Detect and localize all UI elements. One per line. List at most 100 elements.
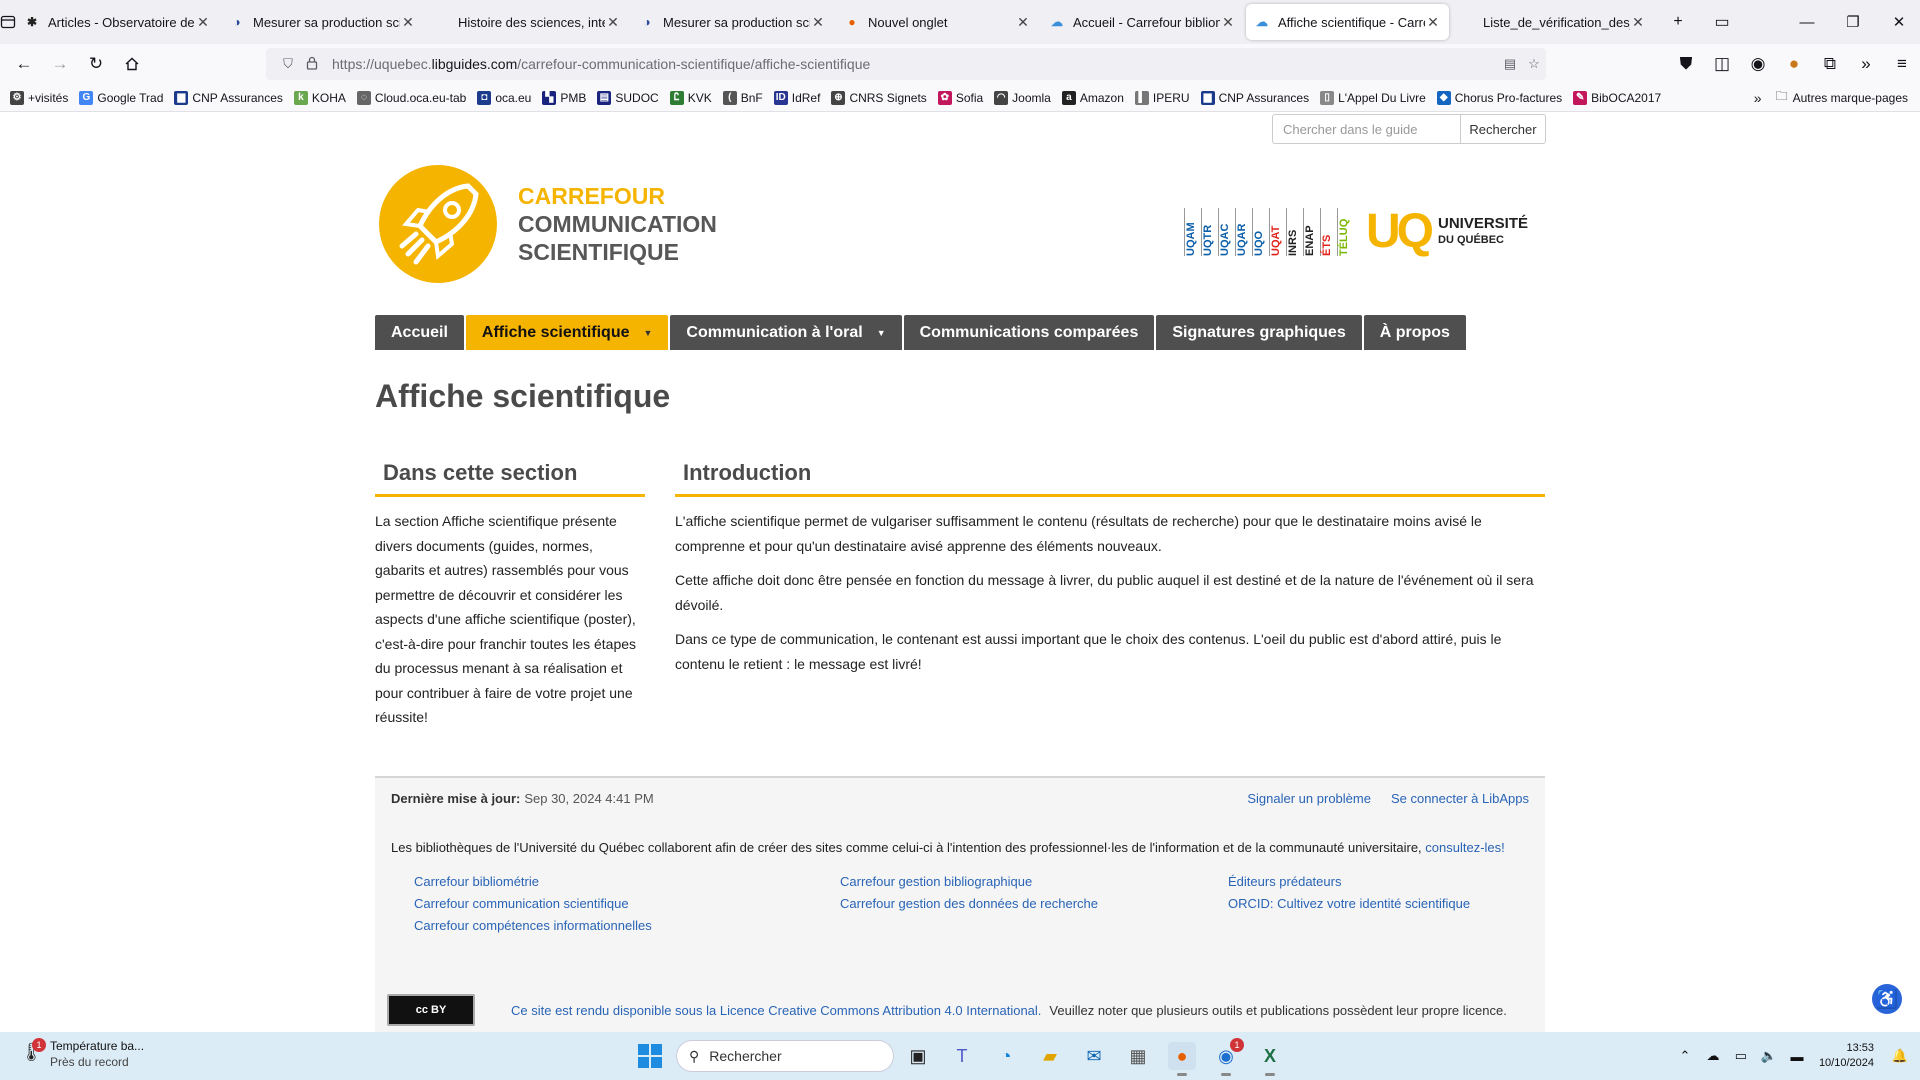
excel-taskbar-button[interactable]: X [1256,1042,1284,1076]
close-tab-icon[interactable]: ✕ [400,14,416,31]
creative-commons-badge[interactable]: cc BY [387,994,475,1026]
weather-widget[interactable]: 🌡 1 Température ba... Près du record [20,1038,144,1070]
app-menu-button[interactable]: ≡ [1884,48,1920,80]
footer-site-link[interactable]: Carrefour compétences informationnelles [414,915,840,937]
nav-tab[interactable]: Communication à l'oral ▼ [670,315,902,350]
calculator-button[interactable]: ▦ [1124,1042,1152,1070]
bookmark-item[interactable]: (BnF [722,90,763,105]
caret-down-icon[interactable]: ▼ [877,328,886,338]
bookmark-item[interactable]: ⚙ +visités [10,90,68,105]
bookmark-item[interactable]: G Google Trad [79,90,163,105]
teams-button[interactable]: T [948,1042,976,1070]
bookmark-item[interactable]: ◘ oca.eu [477,90,531,105]
close-tab-icon[interactable]: ✕ [810,14,826,31]
list-all-tabs-button[interactable] [0,0,16,44]
bookmark-item[interactable]: ◠ Joomla [994,90,1051,105]
extension-button[interactable]: ● [1776,48,1812,80]
carrefour-logo[interactable]: CARREFOUR COMMUNICATION SCIENTIFIQUE [378,164,717,284]
nav-tab[interactable]: Communications comparées [903,315,1155,350]
close-tab-icon[interactable]: ✕ [1425,14,1441,31]
browser-tab[interactable]: ☁ Accueil - Carrefour bibliom ✕ [1041,4,1244,40]
task-view-button[interactable]: ▣ [904,1042,932,1070]
firefox-taskbar-button[interactable]: ● [1168,1042,1196,1076]
bookmark-item[interactable]: ▤ SUDOC [597,90,659,105]
speaker-icon[interactable]: 🔈 [1755,1048,1783,1064]
bookmark-item[interactable]: ▯ L'Appel Du Livre [1320,90,1426,105]
back-button[interactable]: ← [6,48,42,80]
close-tab-icon[interactable]: ✕ [605,14,621,31]
extensions-button[interactable]: ⧉ [1812,48,1848,80]
more-tools-button[interactable]: » [1848,48,1884,80]
nav-tab[interactable]: À propos [1363,315,1466,350]
battery-icon[interactable]: ▬ [1783,1049,1811,1064]
close-window-button[interactable]: ✕ [1876,0,1920,44]
libapps-login-link[interactable]: Se connecter à LibApps [1391,791,1529,806]
cloud-offline-icon[interactable]: ☁ [1699,1048,1727,1064]
bookmark-item[interactable]: ✎ BibOCA2017 [1573,90,1661,105]
other-bookmarks-folder[interactable]: 🗀 Autres marque-pages [1776,87,1908,108]
reload-button[interactable]: ↻ [78,48,114,80]
account-button[interactable]: ◉ [1740,48,1776,80]
bookmark-star-icon[interactable]: ☆ [1522,56,1546,72]
close-tab-icon[interactable]: ✕ [1220,14,1236,31]
bookmark-item[interactable]: ⊕ CNRS Signets [831,90,927,105]
notification-bell-icon[interactable]: 🔔 [1886,1048,1914,1064]
edge-button[interactable]: ◔ [992,1042,1020,1070]
nav-tab[interactable]: Signatures graphiques [1156,315,1362,350]
bookmark-item[interactable]: ▆ CNP Assurances [174,90,283,105]
bookmark-item[interactable]: Ꮭ KVK [669,90,712,105]
home-button[interactable] [114,48,150,80]
thunderbird-taskbar-button[interactable]: ◉ 1 [1212,1038,1244,1076]
minimize-button[interactable]: — [1784,0,1830,44]
bookmark-item[interactable]: ✿ Sofia [937,90,983,105]
bookmark-item[interactable]: ◌ Cloud.oca.eu-tab [356,90,466,105]
bookmark-item[interactable]: ▚ PMB [542,90,586,105]
firefox-view-button[interactable]: ▭ [1700,0,1744,44]
browser-tab[interactable]: Liste_de_vérification_des_cc✕ [1451,4,1654,40]
chevron-double-right-icon[interactable]: » [1754,90,1762,106]
address-bar[interactable]: ⛉ https://uquebec.libguides.com/carrefou… [266,48,1546,80]
forward-button[interactable]: → [42,48,78,80]
footer-site-link[interactable]: Carrefour gestion des données de recherc… [840,893,1228,915]
footer-site-link[interactable]: Carrefour communication scientifique [414,893,840,915]
universite-du-quebec-logo[interactable]: UQAM UQTR UQAC UQAR UQO UQAT INRS ENAP ÉTS TÉLUQ … [1184,204,1528,259]
search-button[interactable]: Rechercher [1460,114,1546,144]
browser-tab[interactable]: ◑ Mesurer sa production scie ✕ [631,4,834,40]
report-problem-link[interactable]: Signaler un problème [1247,791,1371,806]
file-explorer-button[interactable]: ▰ [1036,1042,1064,1070]
mail-button[interactable]: ✉ [1080,1042,1108,1070]
tracking-shield-icon[interactable]: ⛉ [276,56,300,72]
close-tab-icon[interactable]: ✕ [195,14,211,31]
caret-down-icon[interactable]: ▼ [644,328,653,338]
taskbar-search[interactable]: ⚲ Rechercher [676,1040,894,1072]
guide-search-input[interactable] [1272,114,1460,144]
pocket-button[interactable]: ⛊ [1668,48,1704,80]
clock[interactable]: 13:53 10/10/2024 [1819,1041,1874,1071]
chevron-up-icon[interactable]: ⌃ [1671,1048,1699,1064]
bookmark-item[interactable]: ◆ Chorus Pro-factures [1436,90,1562,105]
nav-tab[interactable]: Affiche scientifique ▼ [465,315,669,350]
footer-site-link[interactable]: ORCID: Cultivez votre identité scientifi… [1228,893,1470,915]
bookmark-item[interactable]: k KOHA [293,90,346,105]
nav-tab[interactable]: Accueil [375,315,464,350]
accessibility-button[interactable]: ♿ [1872,984,1902,1014]
start-button[interactable] [638,1044,662,1068]
browser-tab[interactable]: ✱ Articles - Observatoire de la ✕ [16,4,219,40]
license-link[interactable]: Ce site est rendu disponible sous la Lic… [511,1003,1041,1018]
new-tab-button[interactable]: + [1656,0,1700,44]
sidebar-button[interactable]: ◫ [1704,48,1740,80]
browser-tab[interactable]: ◑ Mesurer sa production scie ✕ [221,4,424,40]
close-tab-icon[interactable]: ✕ [1630,14,1646,31]
browser-tab[interactable]: Histoire des sciences, interf ✕ [426,4,629,40]
browser-tab[interactable]: ● Nouvel onglet ✕ [836,4,1039,40]
reader-view-icon[interactable]: ▤ [1498,56,1522,72]
footer-site-link[interactable]: Carrefour bibliométrie [414,871,840,893]
close-tab-icon[interactable]: ✕ [1015,14,1031,31]
browser-tab[interactable]: ☁ Affiche scientifique - Carre ✕ [1246,4,1449,40]
restore-button[interactable]: ❐ [1830,0,1876,44]
bookmark-item[interactable]: ▌ IPERU [1134,90,1190,105]
consult-link[interactable]: consultez-les! [1425,840,1504,855]
bookmark-item[interactable]: ▆ CNP Assurances [1200,90,1309,105]
bookmark-item[interactable]: a Amazon [1061,90,1124,105]
lock-icon[interactable] [300,56,324,73]
